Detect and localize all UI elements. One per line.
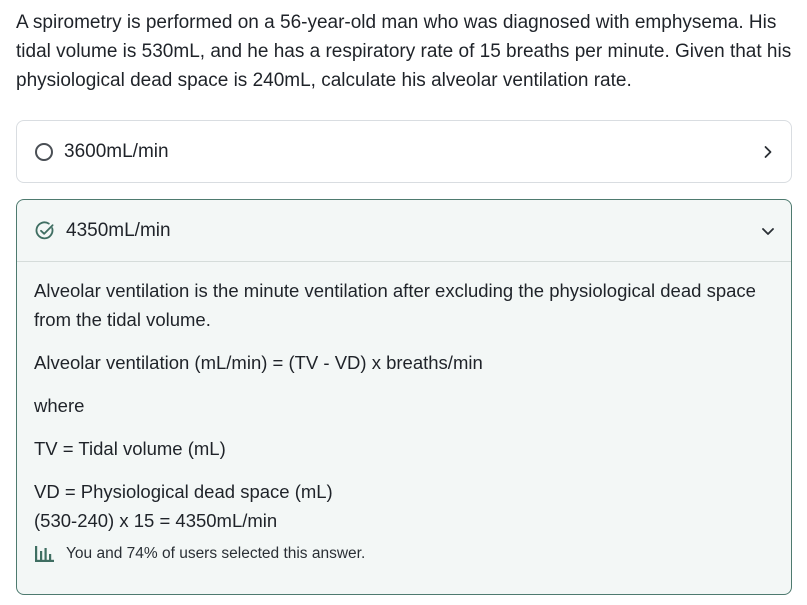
chevron-right-icon[interactable] [761,145,775,159]
question-text: A spirometry is performed on a 56-year-o… [16,12,792,91]
check-circle-icon [35,220,54,239]
explanation-formula: Alveolar ventilation (mL/min) = (TV - VD… [34,352,483,373]
answer-option-label: 3600mL/min [64,140,169,162]
answer-option-label: 4350mL/min [66,219,171,241]
explanation-tv-definition: TV = Tidal volume (mL) [34,438,226,459]
answer-stats-text: You and 74% of users selected this answe… [66,545,366,562]
explanation-where: where [34,395,85,416]
answer-option-3600[interactable]: 3600mL/min [16,120,792,183]
explanation-paragraph: Alveolar ventilation is the minute venti… [34,280,756,330]
bar-chart-icon [35,546,54,562]
answer-stats: You and 74% of users selected this answe… [17,535,791,563]
chevron-down-icon[interactable] [761,224,775,238]
explanation-vd-definition: VD = Physiological dead space (mL) [34,481,333,502]
radio-icon[interactable] [35,142,53,161]
explanation-calculation: (530-240) x 15 = 4350mL/min [34,510,278,531]
explanation-panel: Alveolar ventilation is the minute venti… [17,262,791,535]
answer-option-4350[interactable]: 4350mL/min Alveolar ventilation is the m… [16,199,792,595]
